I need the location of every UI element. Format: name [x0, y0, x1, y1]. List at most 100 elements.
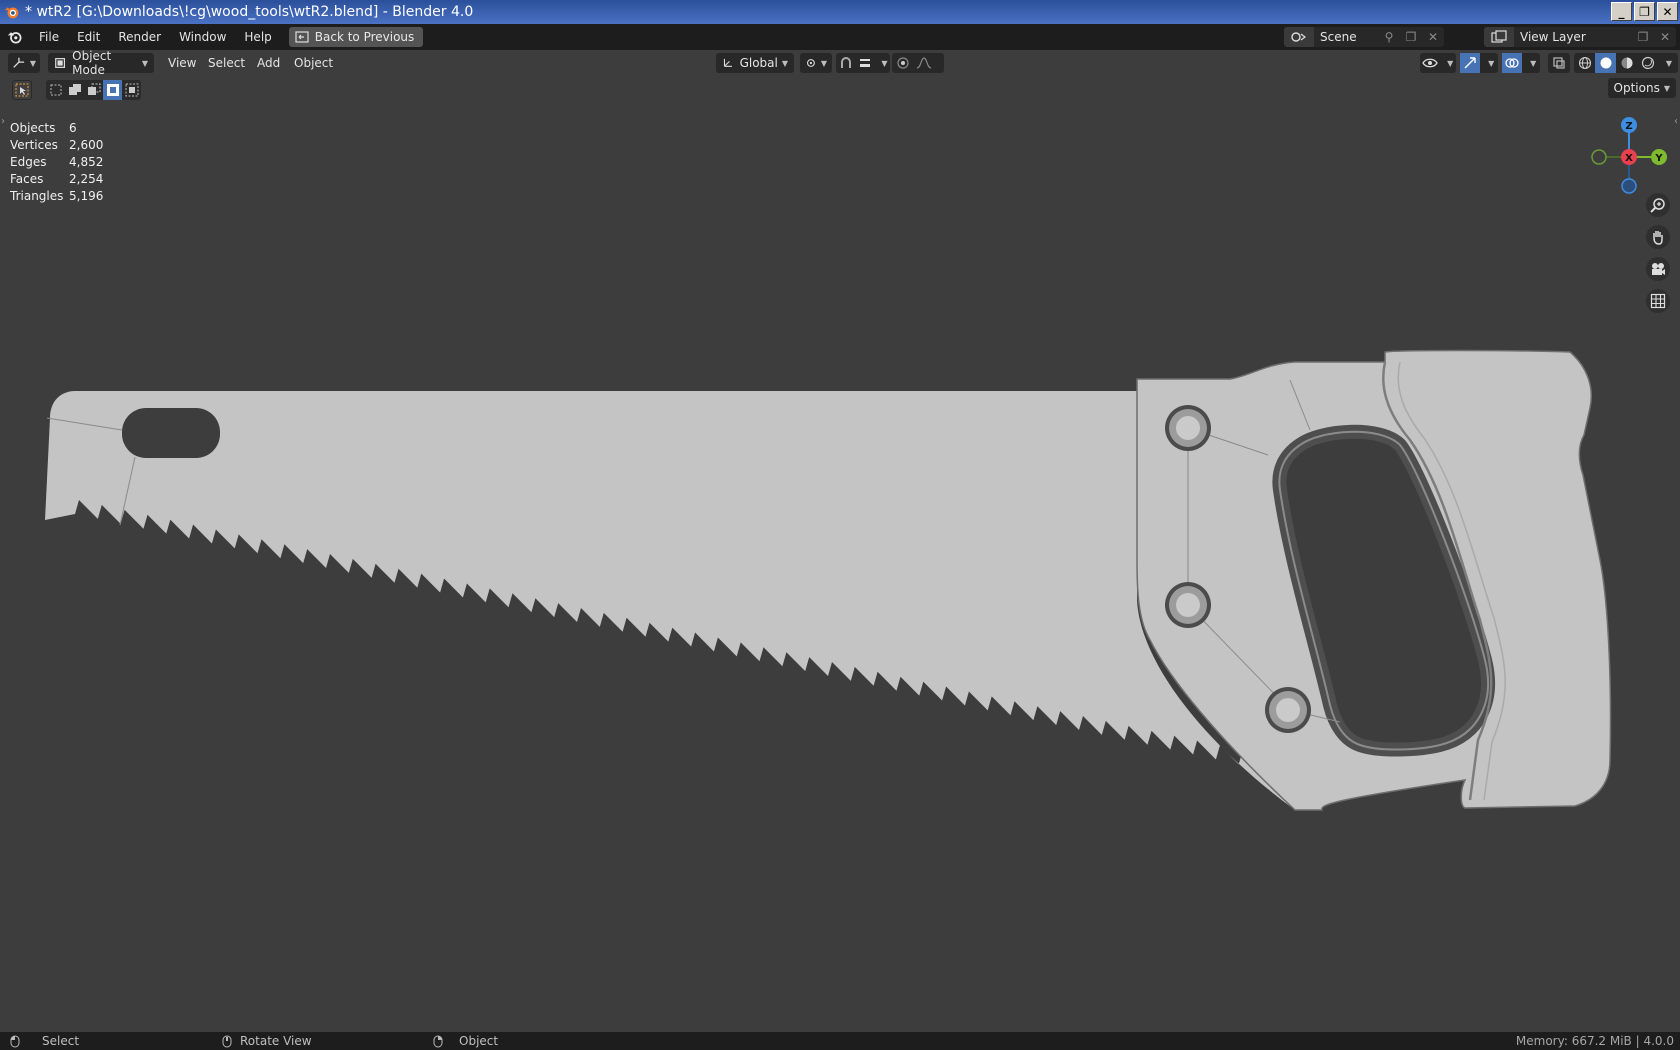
- active-tool-icon[interactable]: [12, 80, 32, 100]
- back-to-previous-label: Back to Previous: [314, 30, 415, 44]
- blender-menu-icon[interactable]: [0, 29, 30, 45]
- back-to-previous-button[interactable]: Back to Previous: [288, 27, 424, 47]
- pivot-icon: [806, 59, 815, 67]
- orientation-axes-icon: [723, 58, 732, 67]
- select-invert-icon[interactable]: [103, 80, 122, 100]
- select-new-icon[interactable]: [46, 80, 65, 100]
- header-menu-view[interactable]: View: [168, 56, 196, 70]
- wireframe-shading-icon[interactable]: [1574, 53, 1595, 73]
- header-menu-select[interactable]: Select: [208, 56, 245, 70]
- options-label: Options: [1613, 81, 1660, 95]
- status-select: Select: [10, 1034, 79, 1048]
- editor-type-button[interactable]: ▼: [8, 53, 40, 73]
- mouse-left-icon: [10, 1035, 20, 1047]
- object-mode-dropdown[interactable]: Object Mode ▼: [48, 49, 154, 77]
- view-layer-icon: [1484, 27, 1514, 47]
- stat-value: 4,852: [69, 155, 104, 169]
- proportional-group: [892, 53, 944, 73]
- navigation-tools: [1646, 193, 1670, 313]
- stat-label: Faces: [10, 172, 44, 186]
- overlays-toggle-icon[interactable]: [1502, 53, 1523, 73]
- select-subtract-icon[interactable]: [84, 80, 103, 100]
- shading-group[interactable]: ▼: [1574, 53, 1678, 73]
- stat-value: 2,600: [69, 138, 104, 152]
- gizmo-toggle-icon[interactable]: [1460, 53, 1481, 73]
- snap-toggle-icon[interactable]: [836, 53, 855, 73]
- snap-dropdown-icon[interactable]: ▼: [879, 53, 890, 73]
- pivot-point-dropdown[interactable]: ▼: [800, 53, 832, 73]
- menu-window[interactable]: Window: [170, 30, 235, 44]
- menu-file[interactable]: File: [30, 30, 68, 44]
- camera-view-icon[interactable]: [1646, 257, 1670, 281]
- 3d-viewport[interactable]: ▼ Object Mode ▼ View Select Add Object Gl…: [0, 49, 1680, 1032]
- rendered-shading-icon[interactable]: [1637, 53, 1658, 73]
- window-title: * wtR2 [G:\Downloads\!cg\wood_tools\wtR2…: [25, 4, 474, 20]
- options-dropdown[interactable]: Options ▼: [1607, 78, 1676, 98]
- overlays-dropdown-icon[interactable]: ▼: [1526, 53, 1540, 73]
- select-extend-icon[interactable]: [65, 80, 84, 100]
- xray-toggle-icon[interactable]: [1548, 53, 1569, 73]
- selectability-visibility-icon[interactable]: [1420, 53, 1440, 73]
- window-titlebar: * wtR2 [G:\Downloads\!cg\wood_tools\wtR2…: [0, 0, 1680, 24]
- snap-group: ▼: [836, 53, 890, 73]
- status-select-label: Select: [42, 1034, 80, 1048]
- view-layer-remove-icon[interactable]: ✕: [1654, 30, 1676, 44]
- menu-edit[interactable]: Edit: [68, 30, 109, 44]
- menu-help[interactable]: Help: [235, 30, 280, 44]
- orientation-label: Global: [739, 56, 778, 70]
- bolt-top: [1165, 405, 1211, 451]
- view-layer-new-icon[interactable]: ❐: [1632, 30, 1654, 44]
- overlay-group[interactable]: ▼: [1502, 53, 1540, 73]
- stat-label: Edges: [10, 155, 47, 169]
- solid-shading-icon[interactable]: [1595, 53, 1616, 73]
- gizmo-group[interactable]: ▼: [1460, 53, 1498, 73]
- header-menu-add[interactable]: Add: [257, 56, 280, 70]
- shading-dropdown-icon[interactable]: ▼: [1662, 53, 1676, 73]
- status-object: Object: [433, 1034, 498, 1048]
- pin-icon[interactable]: ⚲: [1378, 30, 1400, 44]
- transform-orientation-dropdown[interactable]: Global ▼: [716, 53, 794, 73]
- stat-row: Edges 4,852: [10, 154, 119, 171]
- mouse-right-icon: [433, 1035, 443, 1047]
- proportional-edit-icon[interactable]: [892, 53, 913, 73]
- scene-statistics: Objects 6 Vertices 2,600 Edges 4,852 Faces 2…: [10, 120, 119, 205]
- view-layer-selector[interactable]: View Layer ❐ ✕: [1484, 27, 1676, 47]
- xray-group[interactable]: [1548, 53, 1570, 73]
- material-shading-icon[interactable]: [1616, 53, 1637, 73]
- status-object-label: Object: [459, 1034, 499, 1048]
- menu-render[interactable]: Render: [109, 30, 170, 44]
- sidebar-expand-icon[interactable]: ‹: [1674, 116, 1678, 127]
- toolbar-expand-icon[interactable]: ›: [1, 116, 5, 127]
- status-rotate: Rotate View: [222, 1034, 312, 1048]
- selection-mode-group: [46, 80, 141, 100]
- stat-label: Objects: [10, 121, 56, 135]
- stat-row: Faces 2,254: [10, 171, 119, 188]
- pan-hand-icon[interactable]: [1646, 225, 1670, 249]
- stat-row: Vertices 2,600: [10, 137, 119, 154]
- maximize-button[interactable]: ❐: [1634, 2, 1655, 21]
- navigation-gizmo[interactable]: Z Y X: [1584, 110, 1674, 200]
- minimize-button[interactable]: _: [1611, 2, 1632, 21]
- stat-value: 2,254: [69, 172, 104, 186]
- scene-new-icon[interactable]: ❐: [1400, 30, 1422, 44]
- status-rotate-label: Rotate View: [240, 1034, 312, 1048]
- stat-value: 5,196: [69, 189, 104, 203]
- close-button[interactable]: ✕: [1657, 2, 1678, 21]
- falloff-icon[interactable]: [913, 53, 934, 73]
- ortho-grid-icon[interactable]: [1646, 289, 1670, 313]
- visibility-group[interactable]: ▼: [1420, 53, 1456, 73]
- visibility-dropdown-icon[interactable]: ▼: [1444, 53, 1456, 73]
- header-menu-object[interactable]: Object: [294, 56, 333, 70]
- blender-logo-icon: [4, 7, 19, 19]
- gizmo-x-label: X: [1625, 153, 1633, 164]
- scene-name: Scene: [1320, 30, 1357, 44]
- gizmo-dropdown-icon[interactable]: ▼: [1484, 53, 1498, 73]
- object-mode-label: Object Mode: [72, 49, 112, 77]
- scene-remove-icon[interactable]: ✕: [1422, 30, 1444, 44]
- stat-label: Triangles: [10, 189, 64, 203]
- zoom-icon[interactable]: [1646, 193, 1670, 217]
- bolt-middle: [1165, 582, 1211, 628]
- snap-target-icon[interactable]: [855, 53, 874, 73]
- scene-selector[interactable]: Scene ⚲ ❐ ✕: [1284, 27, 1444, 47]
- select-intersect-icon[interactable]: [122, 80, 141, 100]
